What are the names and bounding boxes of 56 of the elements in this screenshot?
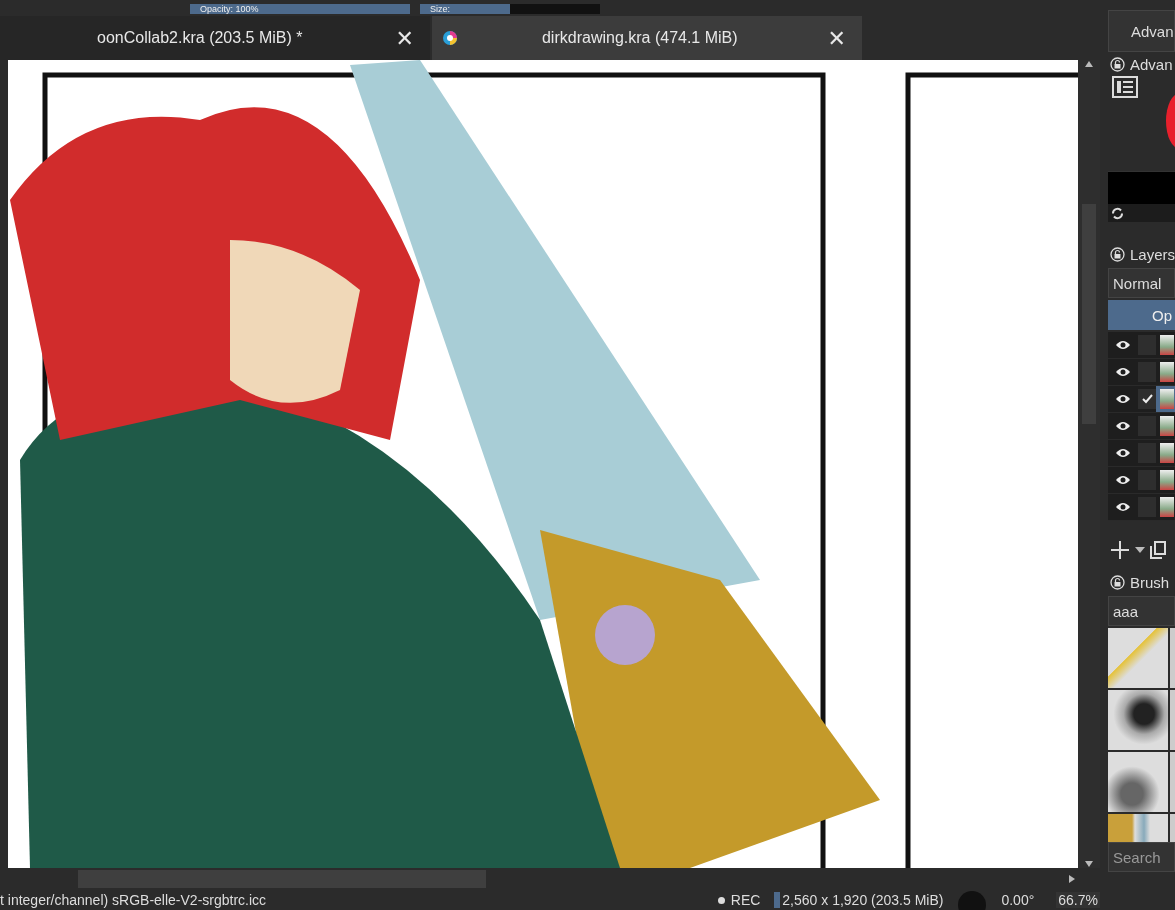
eye-icon[interactable] xyxy=(1114,447,1132,459)
blend-mode-dropdown[interactable]: Normal xyxy=(1108,268,1175,298)
document-tab[interactable]: dirkdrawing.kra (474.1 MiB) ✕ xyxy=(432,16,862,60)
docker-tab[interactable]: Advan xyxy=(1108,10,1175,52)
panel-menu-icon[interactable] xyxy=(1112,76,1138,98)
layer-thumbnail xyxy=(1160,497,1174,517)
layer-thumbnail xyxy=(1160,443,1174,463)
caret-icon[interactable] xyxy=(1134,546,1146,554)
layer-thumbnail xyxy=(1160,335,1174,355)
size-slider[interactable]: Size: xyxy=(420,4,600,14)
eye-icon[interactable] xyxy=(1114,393,1132,405)
image-size-label: 2,560 x 1,920 (203.5 MiB) xyxy=(774,892,944,908)
check-icon xyxy=(1141,394,1153,404)
document-tab[interactable]: oonCollab2.kra (203.5 MiB) * ✕ xyxy=(0,16,430,60)
refresh-icon[interactable] xyxy=(1111,206,1124,220)
brush-preset[interactable] xyxy=(1108,690,1168,750)
layer-checkbox[interactable] xyxy=(1138,389,1156,409)
layer-row[interactable] xyxy=(1108,494,1175,521)
layer-row[interactable] xyxy=(1108,332,1175,359)
zoom-label[interactable]: 66.7% xyxy=(1056,892,1100,908)
opacity-button[interactable]: Op xyxy=(1108,300,1175,330)
panel-title: Advan xyxy=(1130,55,1173,73)
brush-tag-dropdown[interactable]: aaa xyxy=(1108,596,1175,626)
search-field[interactable]: Search xyxy=(1108,842,1175,872)
lock-icon[interactable] xyxy=(1110,56,1125,72)
opacity-slider[interactable]: Opacity: 100% xyxy=(190,4,410,14)
close-tab-button[interactable]: ✕ xyxy=(821,25,852,51)
layer-row[interactable] xyxy=(1108,467,1175,494)
eye-icon[interactable] xyxy=(1114,474,1132,486)
eye-icon[interactable] xyxy=(1114,420,1132,432)
color-history-bar[interactable] xyxy=(1108,171,1175,204)
rotation-label[interactable]: 0.00° xyxy=(1001,892,1035,908)
layer-row[interactable] xyxy=(1108,359,1175,386)
eye-icon[interactable] xyxy=(1114,339,1132,351)
record-label[interactable]: REC xyxy=(730,892,761,908)
eye-icon[interactable] xyxy=(1114,366,1132,378)
layer-thumbnail xyxy=(1160,470,1174,490)
layer-thumbnail xyxy=(1160,389,1174,409)
add-icon[interactable] xyxy=(1110,540,1130,560)
eye-icon[interactable] xyxy=(1114,501,1132,513)
lock-icon[interactable] xyxy=(1110,246,1125,262)
panel-title: Brush xyxy=(1130,573,1170,591)
close-tab-button[interactable]: ✕ xyxy=(389,25,420,51)
krita-logo-icon xyxy=(442,30,458,46)
scroll-down-icon[interactable] xyxy=(1084,860,1094,868)
lock-icon[interactable] xyxy=(1110,574,1125,590)
layer-row[interactable] xyxy=(1108,386,1175,413)
color-space-label: t integer/channel) sRGB-elle-V2-srgbtrc.icc xyxy=(0,892,267,908)
record-dot-icon[interactable] xyxy=(717,896,725,904)
duplicate-icon[interactable] xyxy=(1150,541,1166,559)
layer-thumbnail xyxy=(1160,416,1174,436)
layer-thumbnail xyxy=(1160,362,1174,382)
scroll-right-icon[interactable] xyxy=(1068,874,1076,884)
layer-row[interactable] xyxy=(1108,413,1175,440)
panel-title: Layers xyxy=(1129,245,1175,263)
layer-row[interactable] xyxy=(1108,440,1175,467)
